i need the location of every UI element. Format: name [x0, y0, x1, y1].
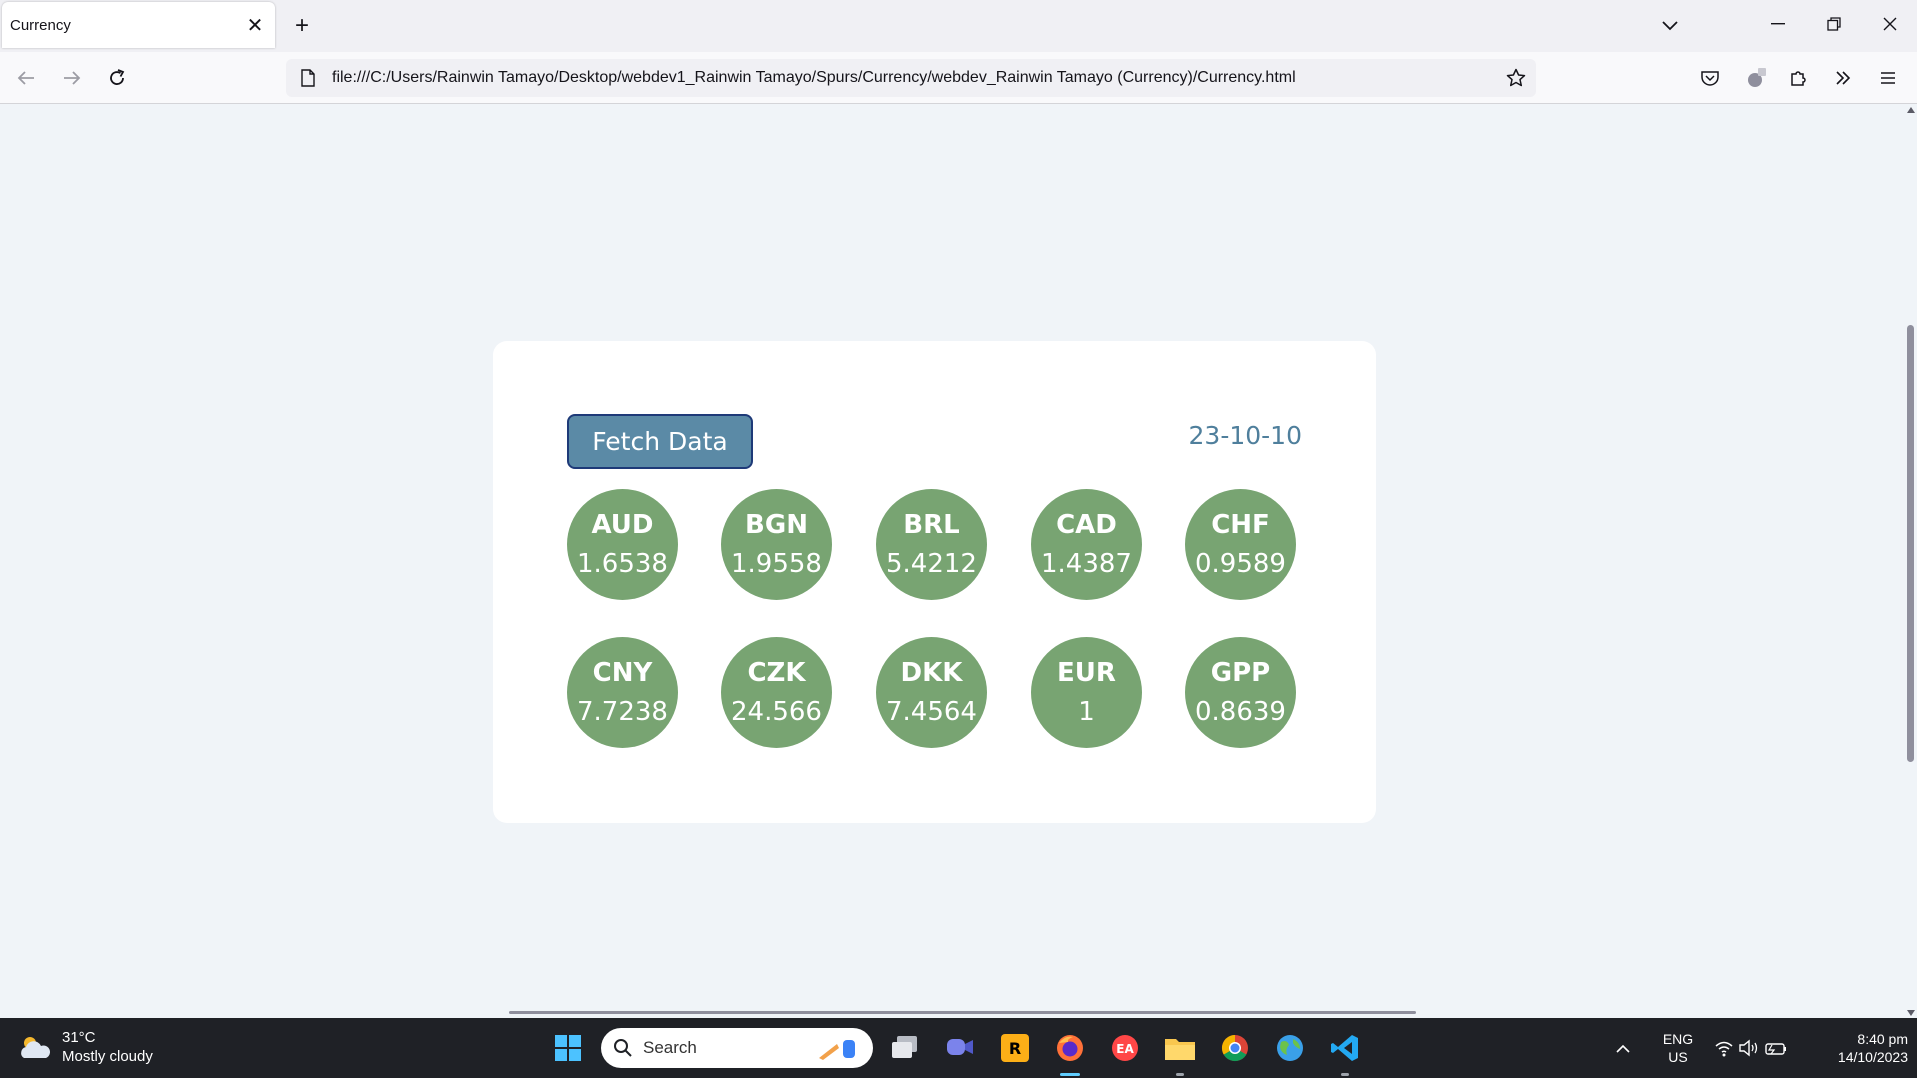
rockstar-launcher-icon[interactable]: R [993, 1026, 1037, 1070]
currency-rate: 0.9589 [1195, 548, 1286, 579]
tab-list-chevron-icon[interactable] [1652, 10, 1688, 42]
currency-circle: DKK 7.4564 [876, 637, 987, 748]
minimize-icon[interactable] [1750, 4, 1806, 44]
currency-circle: CZK 24.566 [721, 637, 832, 748]
page-viewport: Fetch Data 23-10-10 AUD 1.6538 BGN 1.955… [0, 105, 1904, 1018]
svg-text:EA: EA [1116, 1042, 1134, 1056]
teams-chat-icon[interactable] [938, 1026, 982, 1070]
search-label: Search [643, 1038, 697, 1057]
tab-title: Currency [10, 16, 71, 34]
cloud-sun-icon [21, 1037, 50, 1058]
extension-badge-icon[interactable] [1738, 60, 1774, 96]
currency-circle: EUR 1 [1031, 637, 1142, 748]
address-bar[interactable]: file:///C:/Users/Rainwin Tamayo/Desktop/… [286, 59, 1536, 97]
clock-date: 14/10/2023 [1837, 1049, 1908, 1065]
active-app-indicator [1060, 1073, 1080, 1076]
globe-app-icon[interactable] [1268, 1026, 1312, 1070]
back-icon[interactable] [8, 60, 44, 96]
weather-description: Mostly cloudy [62, 1048, 153, 1065]
navigation-toolbar: file:///C:/Users/Rainwin Tamayo/Desktop/… [0, 52, 1917, 104]
svg-text:R: R [1009, 1039, 1021, 1058]
app-menu-icon[interactable] [1870, 60, 1906, 96]
currency-code: CNY [592, 657, 653, 688]
file-explorer-icon[interactable] [1158, 1026, 1202, 1070]
running-app-indicator [1341, 1073, 1349, 1076]
currency-card: Fetch Data 23-10-10 AUD 1.6538 BGN 1.955… [493, 341, 1376, 823]
currency-circle: GPP 0.8639 [1185, 637, 1296, 748]
currency-circle: BRL 5.4212 [876, 489, 987, 600]
search-icon [614, 1039, 632, 1057]
close-window-icon[interactable] [1862, 4, 1917, 44]
forward-icon[interactable] [54, 60, 90, 96]
firefox-icon[interactable] [1048, 1026, 1092, 1070]
currency-code: AUD [591, 509, 654, 540]
tab-strip: Currency ✕ + [0, 0, 1917, 52]
scroll-up-arrow-icon[interactable] [1907, 107, 1915, 113]
currency-rate: 1.9558 [731, 548, 822, 579]
currency-code: EUR [1057, 657, 1116, 688]
currency-circle: BGN 1.9558 [721, 489, 832, 600]
page-file-icon[interactable] [290, 59, 326, 97]
url-text[interactable]: file:///C:/Users/Rainwin Tamayo/Desktop/… [326, 69, 1496, 87]
reload-icon[interactable] [99, 60, 135, 96]
currency-rate: 1 [1078, 696, 1095, 727]
clock[interactable]: 8:40 pm 14/10/2023 [1808, 1030, 1908, 1066]
currency-code: CZK [747, 657, 806, 688]
start-windows-icon[interactable] [546, 1026, 590, 1070]
taskbar-search[interactable]: Search [601, 1028, 873, 1068]
chrome-icon[interactable] [1213, 1026, 1257, 1070]
bookmark-star-icon[interactable] [1496, 59, 1536, 97]
horizontal-scrollbar[interactable] [509, 1011, 1416, 1014]
currency-rate: 5.4212 [886, 548, 977, 579]
restore-icon[interactable] [1806, 4, 1862, 44]
currency-rate: 1.6538 [577, 548, 668, 579]
fetch-data-button[interactable]: Fetch Data [567, 414, 753, 469]
language-code: ENG [1662, 1031, 1694, 1047]
currency-code: GPP [1210, 657, 1271, 688]
currency-rate: 7.4564 [886, 696, 977, 727]
currency-circle: AUD 1.6538 [567, 489, 678, 600]
currency-code: CAD [1056, 509, 1117, 540]
system-tray-quick-settings[interactable] [1712, 1026, 1792, 1070]
region-code: US [1668, 1049, 1688, 1065]
weather-widget[interactable]: 31°C Mostly cloudy [18, 1028, 153, 1066]
clock-time: 8:40 pm [1857, 1031, 1908, 1047]
vertical-scrollbar[interactable] [1904, 105, 1917, 1018]
tab-close-icon[interactable]: ✕ [239, 9, 271, 41]
currency-rate: 1.4387 [1041, 548, 1132, 579]
extensions-puzzle-icon[interactable] [1781, 60, 1817, 96]
currency-rate: 7.7238 [577, 696, 668, 727]
new-tab-icon[interactable]: + [286, 10, 318, 42]
vscode-icon[interactable] [1323, 1026, 1367, 1070]
task-view-icon[interactable] [883, 1026, 927, 1070]
pocket-icon[interactable] [1692, 60, 1728, 96]
vertical-scroll-thumb[interactable] [1907, 325, 1914, 762]
rates-date: 23-10-10 [1188, 421, 1302, 450]
currency-code: BRL [903, 509, 960, 540]
currency-circle: CAD 1.4387 [1031, 489, 1142, 600]
overflow-chevrons-icon[interactable] [1825, 60, 1861, 96]
currency-rate: 24.566 [731, 696, 822, 727]
search-highlight-icon [819, 1040, 855, 1060]
currency-code: DKK [900, 657, 963, 688]
currency-circle: CHF 0.9589 [1185, 489, 1296, 600]
scroll-down-arrow-icon[interactable] [1907, 1010, 1915, 1016]
browser-tab-currency[interactable]: Currency ✕ [2, 2, 275, 48]
currency-code: BGN [745, 509, 808, 540]
currency-code: CHF [1211, 509, 1270, 540]
show-hidden-icons-chevron-icon[interactable] [1608, 1026, 1638, 1070]
ea-app-icon[interactable]: EA [1103, 1026, 1147, 1070]
input-language[interactable]: ENG US [1660, 1030, 1696, 1066]
taskbar: 31°C Mostly cloudy Search R EA ENG US 8:… [0, 1018, 1917, 1078]
running-app-indicator [1176, 1073, 1184, 1076]
currency-rate: 0.8639 [1195, 696, 1286, 727]
currency-circle: CNY 7.7238 [567, 637, 678, 748]
weather-temperature: 31°C [62, 1029, 96, 1046]
